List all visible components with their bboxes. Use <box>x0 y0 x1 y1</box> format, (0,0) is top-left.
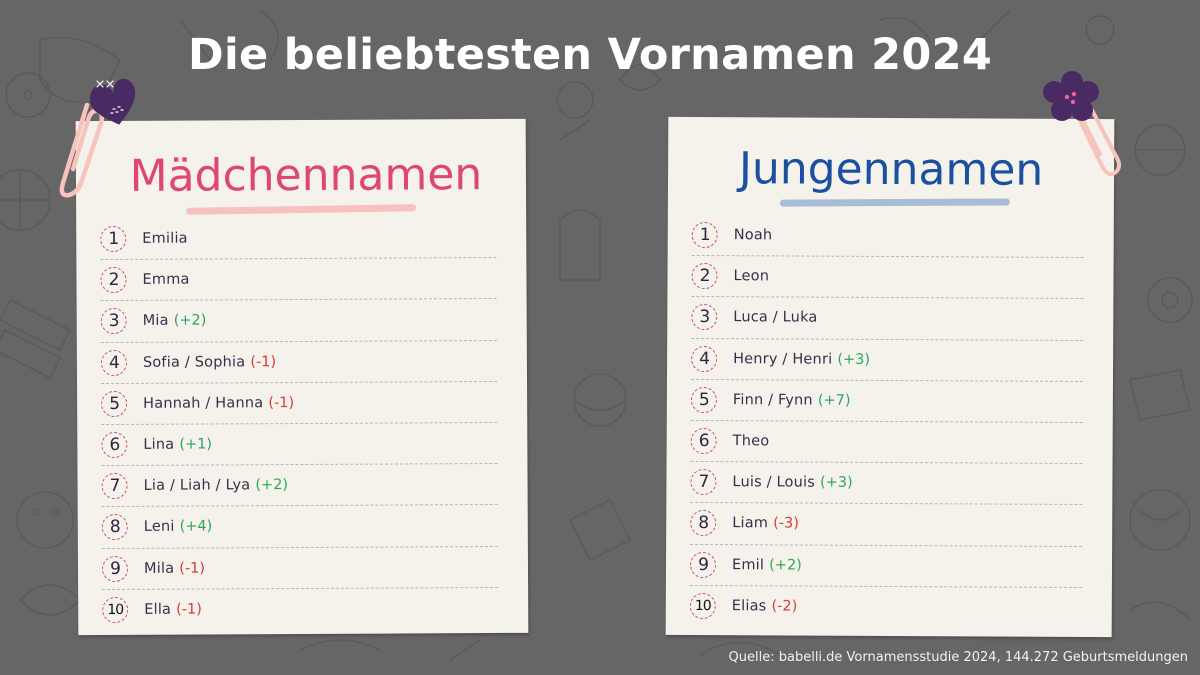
rank-change: (+3) <box>837 351 871 368</box>
name-label: Theo <box>732 433 770 450</box>
girls-name-row: 3 Mia (+2) <box>100 299 497 343</box>
rank-badge: 9 <box>101 555 129 582</box>
name-label: Emil <box>731 556 765 573</box>
rank-badge: 10 <box>689 593 716 620</box>
rank-change: (-1) <box>268 394 295 412</box>
boys-name-row: 2 Leon <box>691 256 1084 300</box>
girls-name-row: 9 Mila (-1) <box>101 546 499 590</box>
rank-change: (+1) <box>179 436 213 453</box>
name-label: Emilia <box>142 230 188 247</box>
name-label: Lina <box>143 436 175 453</box>
girls-name-row: 5 Hannah / Hanna (-1) <box>101 381 498 425</box>
source-credit: Quelle: babelli.de Vornamensstudie 2024,… <box>728 650 1188 665</box>
rank-badge: 8 <box>690 510 717 537</box>
page-title: Die beliebtesten Vornamen 2024 <box>187 30 993 80</box>
rank-change: (+2) <box>255 477 289 494</box>
girls-heading: Mädchennamen <box>129 149 483 202</box>
boys-heading-underline <box>779 198 1010 207</box>
rank-change: (-1) <box>179 560 206 577</box>
name-label: Elias <box>731 598 767 615</box>
name-label: Leni <box>143 519 175 536</box>
name-label: Mia <box>142 313 169 330</box>
rank-badge: 6 <box>690 427 717 455</box>
girls-name-row: 4 Sofia / Sophia (-1) <box>100 340 498 384</box>
rank-change: (+7) <box>817 392 851 409</box>
boys-heading: Jungennamen <box>738 143 1044 196</box>
rank-badge: 5 <box>101 390 128 417</box>
rank-change: (-2) <box>771 598 798 615</box>
name-label: Ella <box>144 601 172 619</box>
boys-names-card: Jungennamen 1 Noah 2 Leon 3 Luca / Luka 4 Henry… <box>665 116 1115 638</box>
rank-badge: 3 <box>100 308 127 335</box>
name-label: Sofia / Sophia <box>142 353 246 371</box>
rank-badge: 9 <box>689 551 717 578</box>
girls-name-row: 8 Leni (+4) <box>101 505 498 549</box>
rank-badge: 7 <box>101 473 128 500</box>
name-label: Hannah / Hanna <box>143 395 264 412</box>
boys-names-list: 1 Noah 2 Leon 3 Luca / Luka 4 Henry / Henri (+3)… <box>689 214 1084 629</box>
boys-name-row: 6 Theo <box>690 420 1083 465</box>
girls-name-row: 7 Lia / Liah / Lya (+2) <box>101 464 498 508</box>
boys-name-row: 5 Finn / Fynn (+7) <box>690 379 1083 423</box>
name-label: Luca / Luka <box>733 309 818 327</box>
rank-badge: 7 <box>690 469 717 496</box>
rank-change: (+2) <box>769 556 802 574</box>
name-label: Lia / Liah / Lya <box>143 477 251 495</box>
name-label: Mila <box>143 560 175 577</box>
rank-badge: 5 <box>690 386 717 413</box>
rank-change: (+3) <box>819 474 853 492</box>
boys-name-row: 9 Emil (+2) <box>689 544 1083 588</box>
name-label: Liam <box>732 515 769 532</box>
name-label: Luis / Louis <box>732 474 816 491</box>
girls-names-list: 1 Emilia 2 Emma 3 Mia (+2) 4 Sofia / Sophia (-1) 5… <box>100 216 499 631</box>
girls-name-row: 10 Ella (-1) <box>102 588 498 631</box>
boys-name-row: 1 Noah <box>691 214 1084 259</box>
rank-change: (-1) <box>176 601 202 618</box>
rank-badge: 2 <box>100 267 127 294</box>
girls-name-row: 1 Emilia <box>100 216 497 261</box>
girls-names-card: Mädchennamen 1 Emilia 2 Emma 3 Mia (+2) 4 Sofia … <box>75 118 529 636</box>
rank-badge: 2 <box>691 263 718 290</box>
rank-change: (-1) <box>250 353 277 370</box>
boys-name-row: 10 Elias (-2) <box>689 586 1082 629</box>
name-label: Henry / Henri <box>733 350 833 368</box>
girls-name-row: 2 Emma <box>100 258 497 302</box>
rank-badge: 4 <box>100 349 127 376</box>
girls-name-row: 6 Lina (+1) <box>101 422 498 467</box>
rank-badge: 6 <box>101 431 128 459</box>
rank-badge: 1 <box>100 226 127 253</box>
rank-change: (-3) <box>773 515 799 532</box>
boys-name-row: 8 Liam (-3) <box>690 503 1083 547</box>
girls-heading-underline <box>186 204 417 215</box>
name-label: Noah <box>733 227 773 244</box>
rank-badge: 8 <box>101 514 128 541</box>
rank-badge: 3 <box>691 304 718 331</box>
rank-change: (+2) <box>173 312 207 330</box>
boys-name-row: 4 Henry / Henri (+3) <box>690 338 1084 382</box>
rank-badge: 1 <box>691 222 718 249</box>
rank-badge: 10 <box>102 597 129 624</box>
name-label: Emma <box>142 271 190 289</box>
boys-name-row: 3 Luca / Luka <box>691 297 1084 341</box>
name-label: Finn / Fynn <box>732 392 813 409</box>
boys-name-row: 7 Luis / Louis (+3) <box>690 462 1083 506</box>
rank-badge: 4 <box>691 345 718 372</box>
name-label: Leon <box>733 268 770 285</box>
rank-change: (+4) <box>179 518 213 536</box>
